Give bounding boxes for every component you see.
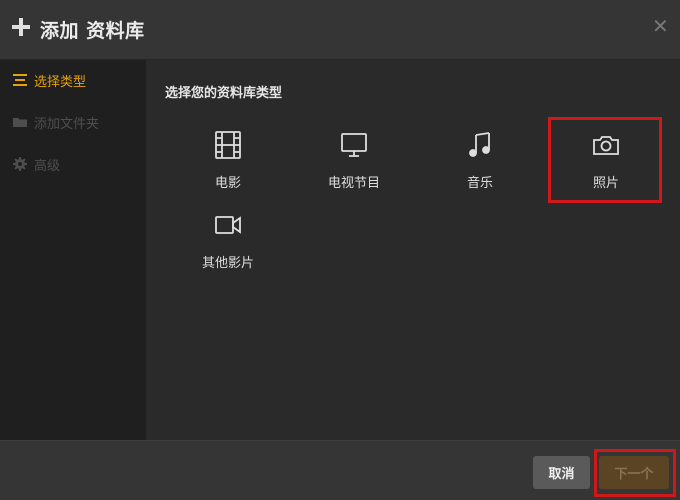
film-icon bbox=[213, 130, 243, 160]
sidebar-item-label: 高级 bbox=[34, 158, 61, 174]
cancel-button[interactable]: 取消 bbox=[533, 456, 590, 489]
type-tile-movie[interactable]: 电影 bbox=[173, 130, 283, 214]
type-tile-other-videos[interactable]: 其他影片 bbox=[173, 210, 283, 294]
sidebar-item-label: 添加文件夹 bbox=[34, 116, 100, 132]
main-panel: 选择您的资料库类型 电影 电视节目 音乐 照片 其他影片 bbox=[146, 60, 680, 440]
type-label: 电影 bbox=[214, 176, 241, 191]
type-label: 音乐 bbox=[466, 176, 493, 191]
music-note-icon bbox=[465, 130, 495, 160]
type-tile-photos[interactable]: 照片 bbox=[551, 130, 661, 214]
type-label: 电视节目 bbox=[327, 176, 380, 191]
sidebar: 选择类型 添加文件夹 高级 bbox=[0, 60, 146, 440]
list-icon bbox=[12, 72, 28, 88]
type-tile-music[interactable]: 音乐 bbox=[425, 130, 535, 214]
sidebar-item-add-folder: 添加文件夹 bbox=[0, 102, 146, 142]
sidebar-item-select-type[interactable]: 选择类型 bbox=[0, 60, 146, 100]
dialog-footer: 取消 下一个 bbox=[0, 440, 680, 500]
folder-icon bbox=[12, 114, 28, 130]
close-icon[interactable]: ✕ bbox=[652, 14, 669, 38]
dialog-header: 添加 资料库 ✕ bbox=[0, 0, 680, 60]
sidebar-item-advanced: 高级 bbox=[0, 144, 146, 184]
camera-icon bbox=[591, 130, 621, 160]
video-camera-icon bbox=[213, 210, 243, 240]
next-button[interactable]: 下一个 bbox=[599, 456, 669, 489]
gear-icon bbox=[12, 156, 28, 172]
type-prompt: 选择您的资料库类型 bbox=[165, 86, 283, 101]
plus-icon bbox=[12, 18, 30, 36]
sidebar-item-label: 选择类型 bbox=[34, 74, 87, 90]
type-label: 照片 bbox=[592, 176, 619, 191]
type-label: 其他影片 bbox=[201, 256, 254, 271]
tv-icon bbox=[339, 130, 369, 160]
type-tile-tv[interactable]: 电视节目 bbox=[299, 130, 409, 214]
dialog-title: 添加 资料库 bbox=[40, 20, 145, 42]
